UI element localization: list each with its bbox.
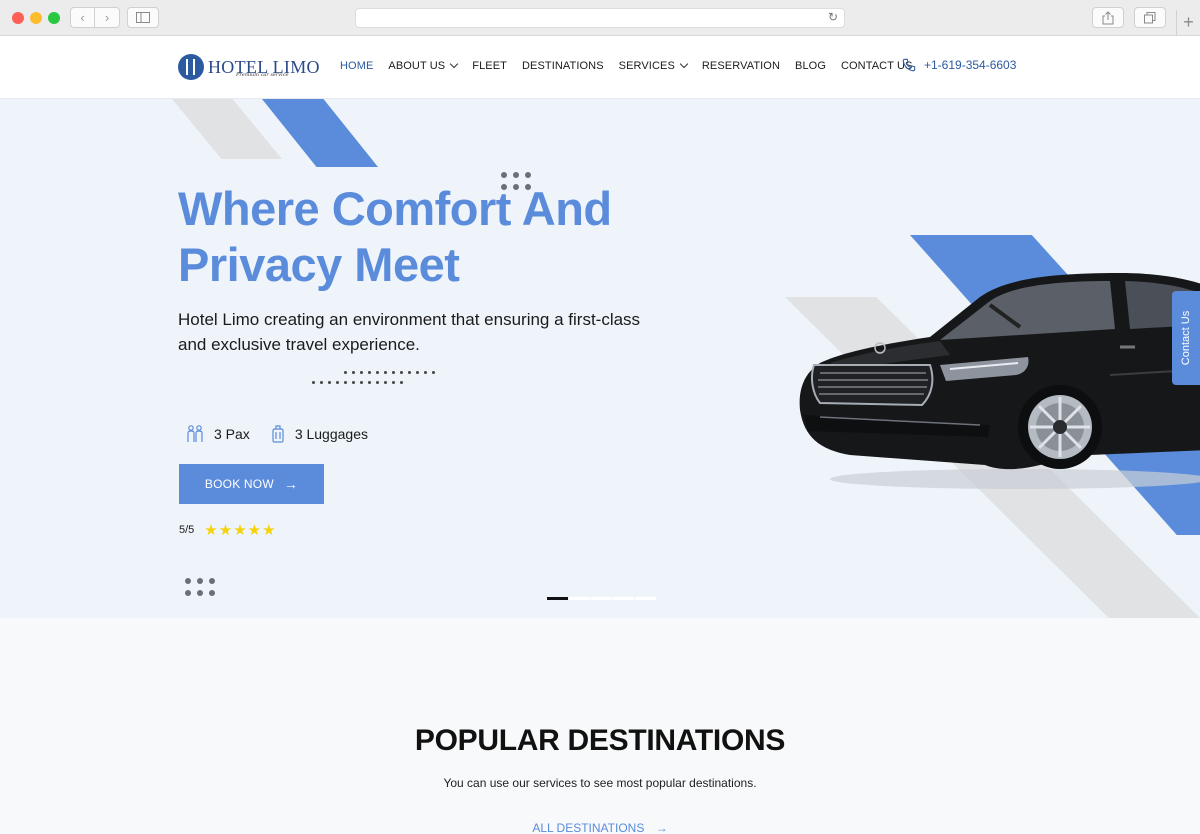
decor-dot <box>197 590 203 596</box>
decor-dot <box>185 590 191 596</box>
luggages-label: 3 Luggages <box>294 426 368 442</box>
decor-dot <box>501 172 507 178</box>
phone-link[interactable]: +1-619-354-6603 <box>902 58 1016 72</box>
nav-destinations[interactable]: DESTINATIONS <box>522 60 604 72</box>
nav-about-us-label: ABOUT US <box>388 60 446 72</box>
slider-dot[interactable] <box>547 597 568 600</box>
nav-services[interactable]: SERVICES <box>618 59 689 72</box>
star-rating-icons: ★★★★★ <box>204 522 277 539</box>
decor-dots-bottom <box>185 578 215 596</box>
zoom-window-button[interactable] <box>48 12 60 24</box>
logo-tagline: Premium car service <box>236 72 289 78</box>
book-now-button[interactable]: BOOK NOW → <box>179 464 324 504</box>
arrow-right-icon: → <box>283 476 299 492</box>
nav-about-us[interactable]: ABOUT US <box>388 59 459 72</box>
slider-dot[interactable] <box>569 597 590 600</box>
nav-fleet[interactable]: FLEET <box>472 60 507 72</box>
reload-icon[interactable]: ↻ <box>828 10 838 24</box>
destinations-subtitle: You can use our services to see most pop… <box>443 776 757 790</box>
hero-slider: Where Comfort And Privacy Meet Hotel Lim… <box>0 99 1200 618</box>
contact-us-tab[interactable]: Contact Us <box>1172 291 1200 385</box>
minimize-window-button[interactable] <box>30 12 42 24</box>
chevron-left-icon: ‹ <box>80 10 85 25</box>
chevron-right-icon: › <box>104 10 110 25</box>
sidebar-icon <box>136 12 150 23</box>
hero-stripe-gray <box>172 99 282 159</box>
plus-icon: + <box>1183 12 1194 32</box>
nav-destinations-label: DESTINATIONS <box>521 60 604 72</box>
logo-mark-icon <box>178 54 204 80</box>
nav-home[interactable]: HOME <box>340 60 373 72</box>
logo[interactable]: HOTEL LIMO Premium car service <box>178 52 320 82</box>
feature-luggages: 3 Luggages <box>270 424 368 444</box>
feature-pax: 3 Pax <box>185 424 250 444</box>
book-now-label: BOOK NOW <box>204 477 274 491</box>
new-tab-button[interactable]: + <box>1176 10 1200 36</box>
car-image <box>799 273 1200 489</box>
close-window-button[interactable] <box>12 12 24 24</box>
phone-number: +1-619-354-6603 <box>924 58 1017 72</box>
decor-dot <box>197 578 203 584</box>
tabs-overview-button[interactable] <box>1134 7 1166 28</box>
decor-mini-dots <box>310 369 440 389</box>
chevron-down-icon <box>679 59 689 69</box>
slider-pagination <box>547 597 657 600</box>
arrow-right-icon: → <box>655 821 668 834</box>
decor-dot <box>525 172 531 178</box>
rating-text: 5/5 <box>179 524 195 536</box>
decor-dot <box>185 578 191 584</box>
hero-title: Where Comfort And Privacy Meet <box>178 181 698 293</box>
popular-destinations-section: POPULAR DESTINATIONS You can use our ser… <box>0 618 1200 834</box>
rating: 5/5 ★★★★★ <box>179 521 277 539</box>
browser-toolbar: ‹ › ↻ + <box>0 0 1200 36</box>
main-nav: HOME ABOUT US FLEET DESTINATIONS SERVICE… <box>340 59 927 72</box>
address-bar[interactable]: ↻ <box>355 8 845 28</box>
slider-dot[interactable] <box>591 597 612 600</box>
decor-dot <box>513 172 519 178</box>
all-destinations-label: ALL DESTINATIONS <box>532 821 645 834</box>
all-destinations-link[interactable]: ALL DESTINATIONS → <box>0 821 1200 834</box>
chevron-down-icon <box>450 59 459 69</box>
share-button[interactable] <box>1092 7 1124 28</box>
luggage-icon <box>272 425 284 443</box>
pax-label: 3 Pax <box>214 426 250 442</box>
nav-blog-label: BLOG <box>795 60 826 72</box>
passengers-icon <box>187 425 203 442</box>
slider-dot[interactable] <box>613 597 634 600</box>
decor-dot <box>209 590 215 596</box>
site-header: HOTEL LIMO Premium car service HOME ABOU… <box>0 36 1200 99</box>
nav-reservation[interactable]: RESERVATION <box>702 60 780 72</box>
back-button[interactable]: ‹ <box>70 7 95 28</box>
hero-title-line-1: Where Comfort And <box>178 182 612 235</box>
destinations-title: POPULAR DESTINATIONS <box>414 724 786 757</box>
forward-button[interactable]: › <box>95 7 120 28</box>
hero-title-line-2: Privacy Meet <box>178 238 460 291</box>
nav-reservation-label: RESERVATION <box>701 60 781 72</box>
contact-us-tab-label: Contact Us <box>1180 310 1192 366</box>
hero-description: Hotel Limo creating an environment that … <box>178 310 641 354</box>
nav-home-label: HOME <box>340 60 374 72</box>
nav-fleet-label: FLEET <box>472 60 507 72</box>
share-icon <box>1102 11 1114 25</box>
decor-dot <box>209 578 215 584</box>
nav-services-label: SERVICES <box>618 60 675 72</box>
tabs-icon <box>1144 12 1156 24</box>
nav-blog[interactable]: BLOG <box>795 60 826 72</box>
sidebar-toggle-button[interactable] <box>127 7 159 28</box>
phone-icon <box>902 58 916 72</box>
car-features: 3 Pax 3 Luggages <box>185 424 388 444</box>
slider-dot[interactable] <box>635 597 656 600</box>
